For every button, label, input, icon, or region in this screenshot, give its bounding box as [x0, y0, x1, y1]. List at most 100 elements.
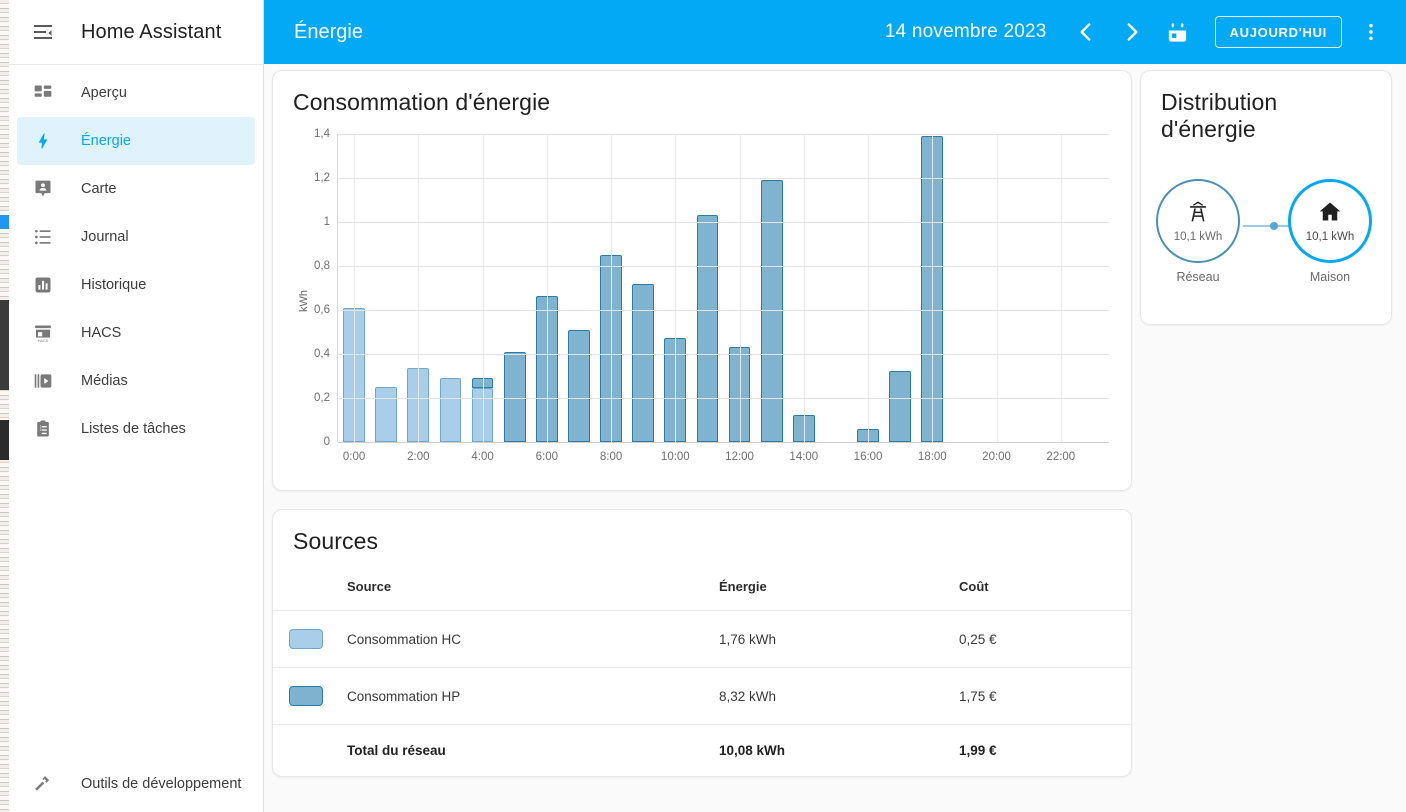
energy-distribution-card: Distribution d'énergie 10,1 kWh Réseau 1…	[1140, 70, 1392, 325]
chart-y-tick-label: 0,2	[314, 392, 330, 404]
chart-x-tick-label: 12:00	[725, 451, 754, 463]
chart-x-tick-label: 0:00	[342, 451, 366, 463]
chevron-left-icon[interactable]	[1065, 11, 1107, 53]
source-cost-cell: 1,75 €	[951, 667, 1131, 725]
table-row[interactable]: Consommation HC 1,76 kWh 0,25 €	[273, 610, 1131, 668]
energy-bar-chart[interactable]: kWh 0 0,2 0,4 0,6 0,8 1 1,2 1,4 0:00 2:00 4:00 6:00…	[287, 126, 1117, 476]
sidebar-item-carte[interactable]: Carte	[17, 165, 255, 213]
chart-x-tick-label: 14:00	[789, 451, 819, 463]
sidebar-item-historique[interactable]: Historique	[17, 261, 255, 309]
energy-card-title: Consommation d'énergie	[293, 89, 551, 115]
chart-bar[interactable]	[760, 134, 783, 442]
left-column: Consommation d'énergie kWh 0 0,2 0,4 0,6 0,8…	[272, 70, 1132, 777]
chart-bar[interactable]	[503, 134, 526, 442]
chart-vertical-gridline	[1060, 134, 1062, 442]
chart-bar[interactable]	[568, 134, 590, 442]
sidebar-item-energie[interactable]: Énergie	[17, 117, 255, 165]
source-color-swatch-cell	[273, 667, 339, 725]
swatch-column-header	[273, 561, 339, 611]
chart-gridline	[338, 266, 1109, 267]
chart-bar-segment	[568, 329, 590, 442]
sidebar-item-label: Énergie	[81, 133, 131, 149]
chart-bar-segment	[696, 215, 719, 442]
chart-bar-segment	[889, 370, 912, 442]
chart-bar[interactable]	[889, 134, 912, 442]
app-root: Home Assistant Aperçu Énergie Carte Jour…	[0, 0, 1406, 812]
source-energy-cell: 1,76 kWh	[711, 610, 951, 668]
sidebar-item-label: HACS	[81, 325, 122, 341]
sidebar-item-hacs[interactable]: HACS HACS	[17, 309, 255, 357]
total-label-cell: Total du réseau	[347, 743, 446, 758]
chart-x-tick-label: 16:00	[853, 451, 883, 463]
dashboard-content: Consommation d'énergie kWh 0 0,2 0,4 0,6 0,8…	[264, 64, 1406, 812]
distribution-node-grid[interactable]: 10,1 kWh Réseau	[1155, 179, 1241, 284]
sidebar-item-apercu[interactable]: Aperçu	[17, 69, 255, 117]
chart-bar-segment	[632, 283, 655, 442]
chart-vertical-gridline	[803, 134, 805, 442]
toolbar: Énergie 14 novembre 2023 AUJOURD'HUI	[264, 0, 1406, 64]
chart-gridline	[338, 178, 1109, 179]
chart-vertical-gridline	[418, 134, 420, 442]
chevron-right-icon[interactable]	[1111, 11, 1153, 53]
chart-bar[interactable]	[439, 134, 462, 442]
distribution-node-home[interactable]: 10,1 kWh Maison	[1287, 179, 1373, 284]
sources-table: Source Énergie Coût Consommation HC 1,76…	[273, 561, 1131, 776]
sidebar-item-medias[interactable]: Médias	[17, 357, 255, 405]
clipboard-list-icon: 1 2	[31, 417, 55, 441]
sidebar-item-label: Historique	[81, 277, 147, 293]
chart-y-tick-label: 0,4	[314, 348, 330, 360]
chart-vertical-gridline	[675, 134, 677, 442]
hammer-icon	[31, 772, 55, 796]
chart-vertical-gridline	[932, 134, 934, 442]
chart-vertical-gridline	[996, 134, 998, 442]
right-column: Distribution d'énergie 10,1 kWh Réseau 1…	[1140, 70, 1392, 325]
chart-bar[interactable]	[632, 134, 655, 442]
source-energy-cell: 8,32 kWh	[711, 667, 951, 725]
svg-text:HACS: HACS	[38, 339, 49, 343]
sources-card: Sources Source Énergie Coût Consommation…	[272, 509, 1132, 777]
sidebar-item-label: Journal	[81, 229, 129, 245]
chart-x-tick-label: 4:00	[471, 451, 494, 463]
home-node-value: 10,1 kWh	[1305, 231, 1355, 243]
chart-x-tick-label: 2:00	[407, 451, 430, 463]
table-header-row: Source Énergie Coût	[273, 561, 1131, 611]
chart-plot-area[interactable]: 0 0,2 0,4 0,6 0,8 1 1,2 1,4 0:00 2:00 4:00 6:00 8:00…	[314, 128, 1109, 463]
current-date-label: 14 novembre 2023	[884, 21, 1047, 42]
lightning-bolt-icon	[31, 129, 55, 153]
chart-y-tick-label: 0	[323, 436, 330, 448]
cost-column-header: Coût	[951, 561, 1131, 611]
sidebar-item-label: Carte	[81, 181, 117, 197]
color-swatch-hp	[289, 686, 323, 706]
total-cost-cell: 1,99 €	[959, 743, 997, 758]
today-button[interactable]: AUJOURD'HUI	[1214, 16, 1342, 48]
chart-vertical-gridline	[868, 134, 870, 442]
sidebar-footer: Outils de développement	[9, 760, 263, 812]
sidebar-item-outils-de-developpement[interactable]: Outils de développement	[17, 760, 255, 808]
hamburger-collapse-icon[interactable]	[23, 12, 63, 52]
source-name-cell: Consommation HP	[339, 667, 711, 725]
sources-card-title: Sources	[293, 528, 379, 554]
chart-bar[interactable]	[696, 134, 719, 442]
sidebar-item-listes-de-taches[interactable]: 1 2 Listes de tâches	[17, 405, 255, 453]
chart-bar-segment	[439, 378, 462, 442]
map-marker-account-icon	[31, 177, 55, 201]
chart-bar-segment	[503, 351, 526, 442]
calendar-icon[interactable]	[1157, 11, 1199, 53]
page-title: Énergie	[294, 20, 363, 43]
chart-gridline	[338, 310, 1109, 311]
grid-node-value: 10,1 kWh	[1173, 231, 1223, 243]
chart-vertical-gridline	[739, 134, 741, 442]
grid-node-circle: 10,1 kWh	[1156, 179, 1240, 263]
energy-column-header: Énergie	[711, 561, 951, 611]
sidebar-item-label: Outils de développement	[81, 776, 242, 792]
source-name-cell: Consommation HC	[339, 610, 711, 668]
chart-x-tick-label: 6:00	[535, 451, 559, 463]
dots-vertical-icon[interactable]	[1350, 11, 1392, 53]
chart-gridline	[338, 134, 1109, 135]
chart-x-tick-label: 18:00	[917, 451, 947, 463]
sidebar-item-journal[interactable]: Journal	[17, 213, 255, 261]
energy-consumption-card: Consommation d'énergie kWh 0 0,2 0,4 0,6 0,8…	[272, 70, 1132, 491]
chart-y-tick-label: 0,6	[314, 304, 330, 316]
chart-bar[interactable]	[375, 134, 398, 442]
table-row[interactable]: Consommation HP 8,32 kWh 1,75 €	[273, 667, 1131, 725]
